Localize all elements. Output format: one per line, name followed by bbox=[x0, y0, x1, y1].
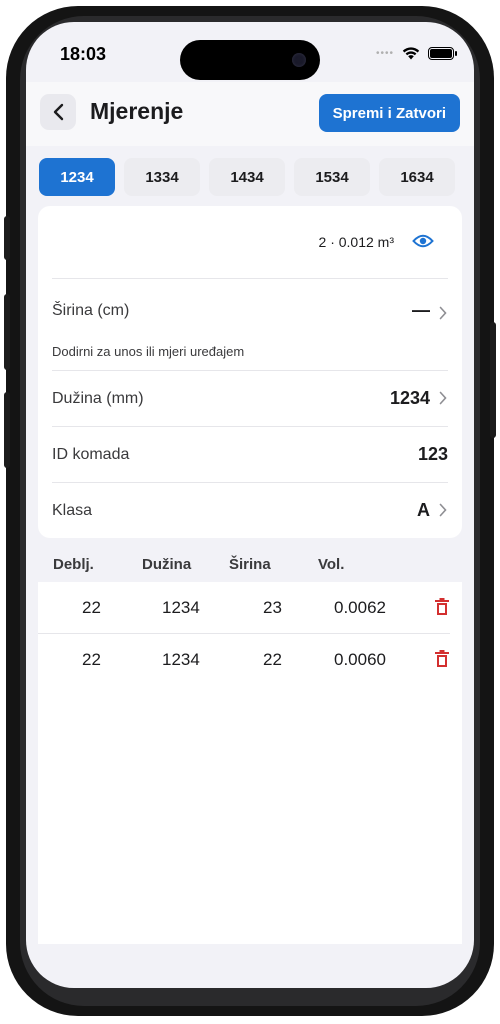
status-bar: 18:03 •••• bbox=[26, 22, 474, 82]
grade-value: A bbox=[417, 500, 430, 520]
volume-summary: 2 · 0.012 m³ bbox=[38, 206, 462, 278]
status-time: 18:03 bbox=[60, 44, 107, 64]
status-icons: •••• bbox=[375, 46, 457, 60]
eye-icon[interactable] bbox=[412, 232, 434, 250]
cell-length: 1234 bbox=[162, 650, 200, 669]
volume-summary-text: 2 · 0.012 m³ bbox=[318, 234, 394, 250]
cell-thickness: 22 bbox=[82, 598, 101, 617]
grade-label: Klasa bbox=[52, 502, 93, 519]
nav-header: Mjerenje Spremi i Zatvori bbox=[26, 82, 474, 146]
grade-row[interactable]: Klasa A bbox=[38, 482, 462, 538]
table-row[interactable]: 22 1234 23 0.0062 bbox=[38, 582, 462, 634]
tab-1334[interactable]: 1334 bbox=[124, 158, 200, 196]
cell-thickness: 22 bbox=[82, 650, 101, 669]
chevron-left-icon bbox=[53, 103, 64, 121]
tab-1434[interactable]: 1434 bbox=[209, 158, 285, 196]
page-title: Mjerenje bbox=[90, 98, 184, 124]
camera-icon bbox=[292, 53, 306, 67]
phone-volume-up-button bbox=[4, 294, 10, 370]
piece-id-row[interactable]: ID komada 123 bbox=[38, 426, 462, 482]
tab-1634[interactable]: 1634 bbox=[379, 158, 455, 196]
back-button[interactable] bbox=[40, 94, 76, 130]
measurements-table: 22 1234 23 0.0062 22 1234 22 0.0060 bbox=[38, 582, 462, 944]
tab-1534[interactable]: 1534 bbox=[294, 158, 370, 196]
cell-width: 22 bbox=[263, 650, 282, 669]
column-thickness: Deblj. bbox=[53, 556, 94, 573]
length-label: Dužina (mm) bbox=[52, 390, 144, 407]
wifi-icon bbox=[402, 47, 420, 60]
phone-side-button bbox=[4, 216, 10, 260]
trash-icon[interactable] bbox=[434, 598, 450, 616]
signal-dots-icon: •••• bbox=[375, 47, 394, 59]
phone-volume-down-button bbox=[4, 392, 10, 468]
piece-id-label: ID komada bbox=[52, 446, 130, 463]
piece-id-value: 123 bbox=[417, 444, 448, 464]
measurement-form-card: 2 · 0.012 m³ Širina (cm) — Dodirni za un… bbox=[38, 206, 462, 538]
width-row[interactable]: Širina (cm) — Dodirni za unos ili mjeri … bbox=[38, 278, 462, 370]
thickness-tabs: 1234 1334 1434 1534 1634 bbox=[39, 158, 464, 196]
chevron-right-icon bbox=[439, 306, 447, 320]
column-volume: Vol. bbox=[318, 556, 345, 573]
table-header: Deblj. Dužina Širina Vol. bbox=[26, 556, 474, 584]
save-and-close-button[interactable]: Spremi i Zatvori bbox=[318, 94, 460, 132]
length-value: 1234 bbox=[389, 388, 430, 408]
tab-1234[interactable]: 1234 bbox=[39, 158, 115, 196]
chevron-right-icon bbox=[439, 503, 447, 517]
trash-icon[interactable] bbox=[434, 650, 450, 668]
width-value: — bbox=[412, 300, 430, 320]
length-row[interactable]: Dužina (mm) 1234 bbox=[38, 370, 462, 426]
cell-width: 23 bbox=[263, 598, 282, 617]
cell-volume: 0.0060 bbox=[334, 650, 386, 669]
phone-power-button bbox=[490, 322, 496, 438]
cell-volume: 0.0062 bbox=[334, 598, 386, 617]
column-length: Dužina bbox=[142, 556, 192, 573]
width-hint: Dodirni za unos ili mjeri uređajem bbox=[52, 344, 245, 359]
cell-length: 1234 bbox=[162, 598, 200, 617]
width-label: Širina (cm) bbox=[52, 302, 130, 319]
table-row[interactable]: 22 1234 22 0.0060 bbox=[38, 634, 462, 686]
battery-icon bbox=[428, 46, 457, 60]
dynamic-island bbox=[180, 40, 320, 80]
column-width: Širina bbox=[229, 556, 271, 573]
app-screen: 18:03 •••• Mjerenje Spremi i Zatvori 123… bbox=[26, 22, 474, 988]
chevron-right-icon bbox=[439, 391, 447, 405]
